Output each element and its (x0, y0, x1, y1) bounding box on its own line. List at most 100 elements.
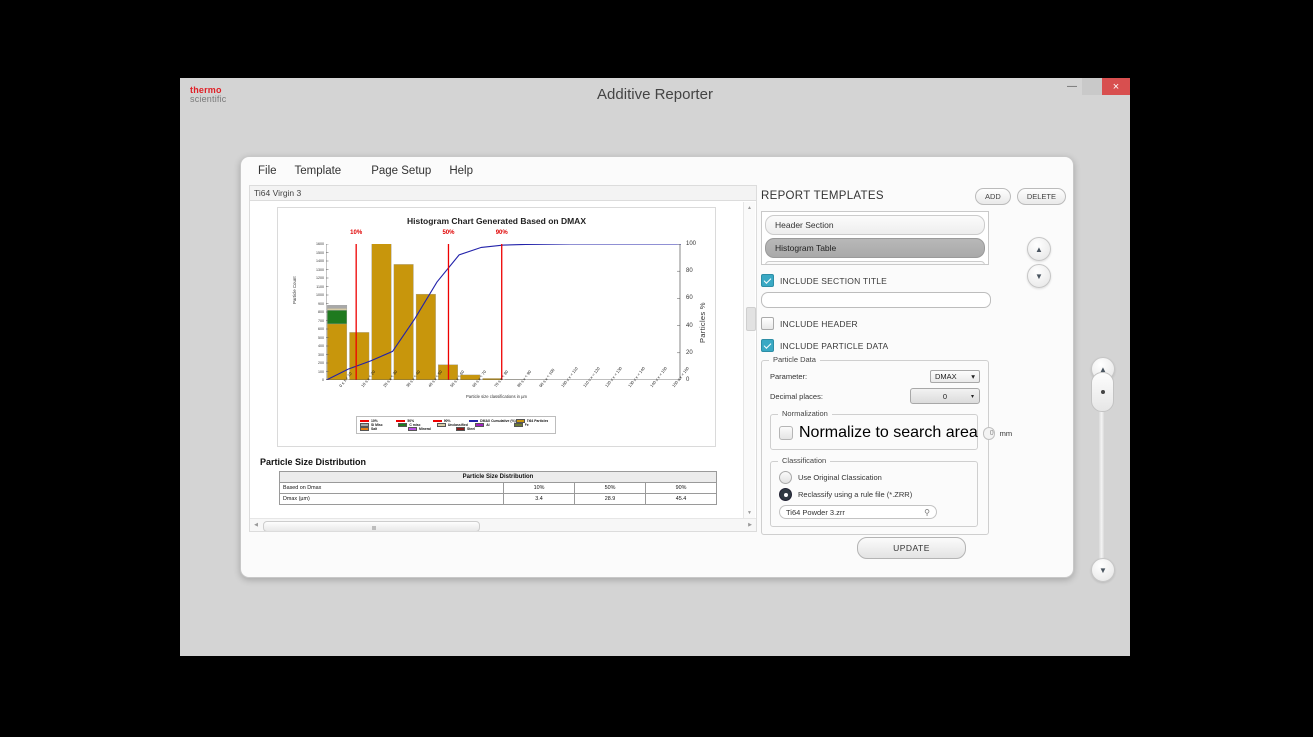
rule-file-value: Ti64 Powder 3.zrr (786, 507, 845, 517)
close-button[interactable]: × (1102, 78, 1130, 95)
reclassify-rule-file-row[interactable]: Reclassify using a rule file (*.ZRR) (779, 488, 969, 501)
particle-size-distribution-table: Particle Size Distribution Based on Dmax… (279, 471, 717, 505)
use-original-classification-radio[interactable] (779, 471, 792, 484)
normalization-group-title: Normalization (778, 409, 832, 418)
use-original-classification-label: Use Original Classication (798, 473, 882, 482)
vertical-scroll-thumb[interactable] (746, 307, 756, 331)
chart-y2-tick: 60 (686, 295, 693, 302)
chart-y-tick: 1300 (316, 267, 324, 272)
particle-data-group-title: Particle Data (769, 355, 820, 364)
use-original-classification-row[interactable]: Use Original Classication (779, 471, 969, 484)
include-header-label: INCLUDE HEADER (780, 318, 858, 329)
normalization-group: Normalization Normalize to search area 0… (770, 409, 1012, 450)
menu-bar: File Template Page Setup Help (241, 157, 1073, 185)
include-section-title-checkbox[interactable] (761, 274, 774, 287)
include-header-checkbox[interactable] (761, 317, 774, 330)
file-tab[interactable]: Ti64 Virgin 3 (249, 185, 757, 200)
menu-file[interactable]: File (249, 162, 286, 180)
menu-page-setup[interactable]: Page Setup (362, 162, 440, 180)
delete-button[interactable]: DELETE (1016, 187, 1066, 205)
search-icon[interactable]: ⚲ (924, 508, 930, 517)
include-particle-data-row[interactable]: INCLUDE PARTICLE DATA (761, 339, 1066, 352)
chart-y-tick: 100 (318, 369, 324, 374)
chart-bar-segment (393, 264, 414, 380)
include-particle-data-checkbox[interactable] (761, 339, 774, 352)
document-horizontal-scrollbar[interactable]: ◀ ▶ (250, 518, 756, 531)
add-button[interactable]: ADD (974, 187, 1011, 205)
legend-item: Fe (513, 423, 552, 427)
zoom-slider[interactable]: ▲ ▼ (1089, 357, 1115, 582)
report-templates-pane: REPORT TEMPLATES ADD DELETE Header Secti… (761, 185, 1066, 570)
chart-y-tick: 1500 (316, 250, 324, 255)
normalize-value-input[interactable]: 0 (982, 426, 995, 440)
chart-y2-tick: 40 (686, 322, 693, 329)
chevron-down-icon: ▾ (971, 372, 975, 381)
normalize-checkbox[interactable] (779, 426, 793, 440)
chart-x-axis-label: Particle size classifications in µm (465, 394, 528, 399)
update-button[interactable]: UPDATE (857, 537, 966, 559)
classification-group-title: Classification (778, 456, 831, 465)
document-vertical-scrollbar[interactable]: ▲ ▼ (743, 202, 756, 518)
normalize-label: Normalize to search area (799, 424, 978, 441)
menu-help[interactable]: Help (440, 162, 482, 180)
section-title-input[interactable] (761, 292, 991, 308)
minimize-button[interactable]: — (1062, 78, 1082, 95)
chart-y-axis-label: Particle Count (292, 276, 297, 304)
include-header-row[interactable]: INCLUDE HEADER (761, 317, 1066, 330)
move-template-up-button[interactable]: ▲ (1027, 237, 1051, 261)
chevron-down-icon: ▾ (970, 393, 974, 400)
scroll-thumb-grip (371, 526, 376, 530)
template-item-header-section[interactable]: Header Section (765, 215, 985, 235)
include-section-title-row[interactable]: INCLUDE SECTION TITLE (761, 274, 1066, 287)
desktop-window: thermo scientific Additive Reporter — × … (180, 78, 1130, 656)
window-title: Additive Reporter (597, 86, 713, 103)
chart-y-tick: 1600 (316, 242, 324, 246)
template-item-histogram-table[interactable]: Histogram Table (765, 238, 985, 258)
legend-swatch (432, 420, 442, 422)
legend-swatch (360, 420, 369, 422)
legend-label: Salt (371, 427, 378, 431)
legend-swatch (456, 427, 465, 431)
table-cell: 3.4 (503, 493, 575, 505)
slider-thumb[interactable] (1091, 372, 1114, 412)
table-cell: 28.9 (574, 493, 646, 505)
chart-y-tick: 800 (318, 310, 324, 314)
chart-y-tick: 600 (318, 327, 324, 331)
chart-y-tick: 0 (322, 378, 324, 382)
scroll-down-icon[interactable]: ▼ (744, 507, 755, 518)
normalize-row: Normalize to search area 0 mm (779, 424, 1012, 442)
legend-label: Mineral (419, 427, 431, 431)
parameter-label: Parameter: (770, 372, 808, 381)
maximize-button[interactable] (1082, 78, 1102, 95)
particle-data-group: Particle Data Parameter: DMAX ▾ Decimal … (761, 355, 1012, 535)
horizontal-scroll-thumb[interactable] (263, 521, 480, 531)
move-template-down-button[interactable]: ▼ (1027, 264, 1051, 288)
scroll-up-icon[interactable]: ▲ (744, 202, 755, 213)
decimal-places-value: 0 (942, 391, 948, 401)
chart-percentile-label: 50% (442, 230, 455, 236)
document-scroll-area: Histogram Chart Generated Based on DMAX … (249, 200, 757, 532)
chart-y-tick: 1200 (316, 276, 324, 280)
decimal-places-row: Decimal places: 0 ▾ (770, 388, 980, 404)
chart-bar-segment (327, 305, 348, 309)
template-item-partial[interactable] (765, 261, 985, 264)
reclassify-rule-file-label: Reclassify using a rule file (*.ZRR) (798, 490, 913, 499)
scroll-left-icon[interactable]: ◀ (250, 519, 262, 531)
slider-down-button[interactable]: ▼ (1091, 558, 1115, 582)
legend-item: Mineral (408, 427, 456, 431)
scroll-right-icon[interactable]: ▶ (744, 519, 756, 531)
chart-y-tick: 400 (318, 344, 324, 348)
report-templates-header: REPORT TEMPLATES ADD DELETE (761, 185, 1066, 207)
parameter-select[interactable]: DMAX ▾ (930, 370, 980, 383)
decimal-places-select[interactable]: 0 ▾ (910, 388, 980, 404)
chart-y-tick: 200 (318, 361, 324, 365)
reclassify-rule-file-radio[interactable] (779, 488, 792, 501)
rule-file-input[interactable]: Ti64 Powder 3.zrr ⚲ (779, 505, 937, 519)
menu-template[interactable]: Template (286, 162, 351, 180)
template-list[interactable]: Header Section Histogram Table (761, 211, 989, 265)
legend-swatch (396, 420, 406, 422)
table-cell: 90% (645, 482, 717, 494)
legend-item: Steel (456, 427, 504, 431)
table-row-label: Based on Dmax (279, 482, 504, 494)
chart-percentile-label: 10% (350, 230, 363, 236)
